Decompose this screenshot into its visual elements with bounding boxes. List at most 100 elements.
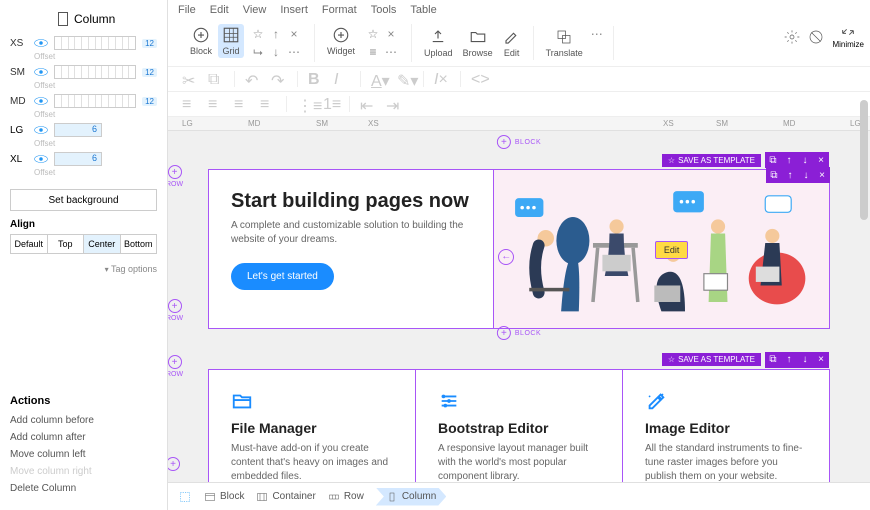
bold-icon[interactable]: B [308, 71, 324, 87]
align-right-icon[interactable]: ≡ [234, 96, 250, 112]
close-icon[interactable]: × [814, 167, 830, 183]
scrollbar[interactable] [860, 100, 868, 220]
set-background-button[interactable]: Set background [10, 189, 157, 211]
eye-icon[interactable] [34, 67, 48, 77]
crumb-column[interactable]: Column [376, 488, 446, 506]
action-add-column-before[interactable]: Add column before [10, 415, 157, 426]
edit-badge[interactable]: Edit [655, 241, 689, 259]
duplicate-icon[interactable]: ⧉ [765, 352, 781, 368]
browse-button[interactable]: Browse [459, 26, 497, 60]
gear-icon[interactable] [784, 29, 800, 45]
menu-tools[interactable]: Tools [371, 4, 397, 16]
menu-file[interactable]: File [178, 4, 196, 16]
row-marker-3[interactable]: +ROW [168, 355, 183, 378]
align-default[interactable]: Default [11, 235, 48, 253]
text-color-icon[interactable]: A▾ [371, 71, 387, 87]
cta-button[interactable]: Let's get started [231, 263, 334, 290]
code-icon[interactable]: <> [471, 71, 487, 87]
breakpoint-cells[interactable] [54, 36, 136, 50]
close-icon[interactable]: × [813, 352, 829, 368]
row-marker-2[interactable]: +ROW [168, 299, 183, 322]
translate-button[interactable]: Translate [542, 26, 587, 60]
action-delete-column[interactable]: Delete Column [10, 483, 157, 494]
highlight-icon[interactable]: ✎▾ [397, 71, 413, 87]
arrow-down-icon[interactable]: ↓ [797, 352, 813, 368]
align-label: Align [10, 219, 157, 230]
tag-options-toggle[interactable]: ▾ Tag options [10, 264, 157, 274]
action-move-column-left[interactable]: Move column left [10, 449, 157, 460]
caret-icon[interactable]: ⋯ [286, 44, 302, 60]
save-template-button[interactable]: ☆ SAVE AS TEMPLATE [662, 154, 761, 167]
breakpoint-cells[interactable] [54, 65, 136, 79]
align-left-icon[interactable]: ≡ [182, 96, 198, 112]
menu-insert[interactable]: Insert [280, 4, 308, 16]
italic-icon[interactable]: I [334, 71, 350, 87]
outdent-icon[interactable]: ⇤ [360, 96, 376, 112]
scissors-icon[interactable]: ✂ [182, 71, 198, 87]
close-icon[interactable]: × [286, 26, 302, 42]
edit-button[interactable]: Edit [499, 26, 525, 60]
indent-icon[interactable]: ⇥ [386, 96, 402, 112]
block-marker-mid[interactable]: +BLOCK [497, 326, 541, 340]
close-icon[interactable]: × [383, 26, 399, 42]
minimize-icon [840, 24, 856, 40]
menu-table[interactable]: Table [410, 4, 436, 16]
widget-button[interactable]: Widget [323, 24, 359, 58]
row-marker-4[interactable]: + [168, 457, 180, 471]
menu-view[interactable]: View [243, 4, 267, 16]
align-center-icon[interactable]: ≡ [208, 96, 224, 112]
right-bracket-icon[interactable]: ⮡ [250, 44, 266, 60]
breakpoint-input[interactable]: 6 [54, 123, 102, 137]
arrow-up-icon[interactable]: ↑ [782, 167, 798, 183]
star-icon[interactable]: ☆ [365, 26, 381, 42]
action-add-column-after[interactable]: Add column after [10, 432, 157, 443]
align-top[interactable]: Top [48, 235, 85, 253]
save-template-button[interactable]: ☆ SAVE AS TEMPLATE [662, 353, 761, 366]
eye-icon[interactable] [34, 38, 48, 48]
block-icon[interactable] [808, 29, 824, 45]
crumb-row[interactable]: Row [328, 491, 364, 503]
crumb-container[interactable]: Container [256, 491, 315, 503]
target-icon[interactable] [178, 490, 192, 504]
dropdown-icon[interactable]: ⋯ [589, 26, 605, 42]
redo-icon[interactable]: ↷ [271, 71, 287, 87]
menu-format[interactable]: Format [322, 4, 357, 16]
arrow-up-icon[interactable]: ↑ [268, 26, 284, 42]
row-1[interactable]: ☆ SAVE AS TEMPLATE ⧉ ↑ ↓ × Start buildin… [208, 169, 830, 329]
list-ul-icon[interactable]: ⋮≡ [297, 96, 313, 112]
upload-button[interactable]: Upload [420, 26, 457, 60]
duplicate-icon[interactable]: ⧉ [766, 167, 782, 183]
arrow-up-icon[interactable]: ↑ [781, 352, 797, 368]
eye-icon[interactable] [34, 154, 48, 164]
eye-icon[interactable] [34, 125, 48, 135]
clear-format-icon[interactable]: I× [434, 71, 450, 87]
arrow-up-icon[interactable]: ↑ [781, 152, 797, 168]
grid-button[interactable]: Grid [218, 24, 244, 58]
breakpoint-cells[interactable] [54, 94, 136, 108]
align-bottom[interactable]: Bottom [121, 235, 157, 253]
breakpoint-input[interactable]: 6 [54, 152, 102, 166]
arrow-down-icon[interactable]: ↓ [797, 152, 813, 168]
caret-icon[interactable]: ⋯ [383, 44, 399, 60]
list-ol-icon[interactable]: 1≡ [323, 96, 339, 112]
align-justify-icon[interactable]: ≡ [260, 96, 276, 112]
undo-icon[interactable]: ↶ [245, 71, 261, 87]
row-marker-1[interactable]: +ROW [168, 165, 183, 188]
arrow-down-icon[interactable]: ↓ [798, 167, 814, 183]
menu-edit[interactable]: Edit [210, 4, 229, 16]
hero-text-column[interactable]: Start building pages now A complete and … [209, 170, 494, 328]
copy-icon[interactable]: ⧉ [208, 71, 224, 87]
hero-image-column[interactable]: ⧉ ↑ ↓ × ← [494, 170, 829, 328]
block-marker-top[interactable]: +BLOCK [497, 135, 541, 149]
align-left-icon[interactable]: ≡ [365, 44, 381, 60]
close-icon[interactable]: × [813, 152, 829, 168]
duplicate-icon[interactable]: ⧉ [765, 152, 781, 168]
block-button[interactable]: Block [186, 24, 216, 58]
minimize-button[interactable]: Minimize [832, 24, 864, 49]
eye-icon[interactable] [34, 96, 48, 106]
actions-block: Actions Add column beforeAdd column afte… [10, 395, 157, 500]
crumb-block[interactable]: Block [204, 491, 244, 503]
arrow-down-icon[interactable]: ↓ [268, 44, 284, 60]
star-icon[interactable]: ☆ [250, 26, 266, 42]
align-center[interactable]: Center [84, 235, 121, 253]
